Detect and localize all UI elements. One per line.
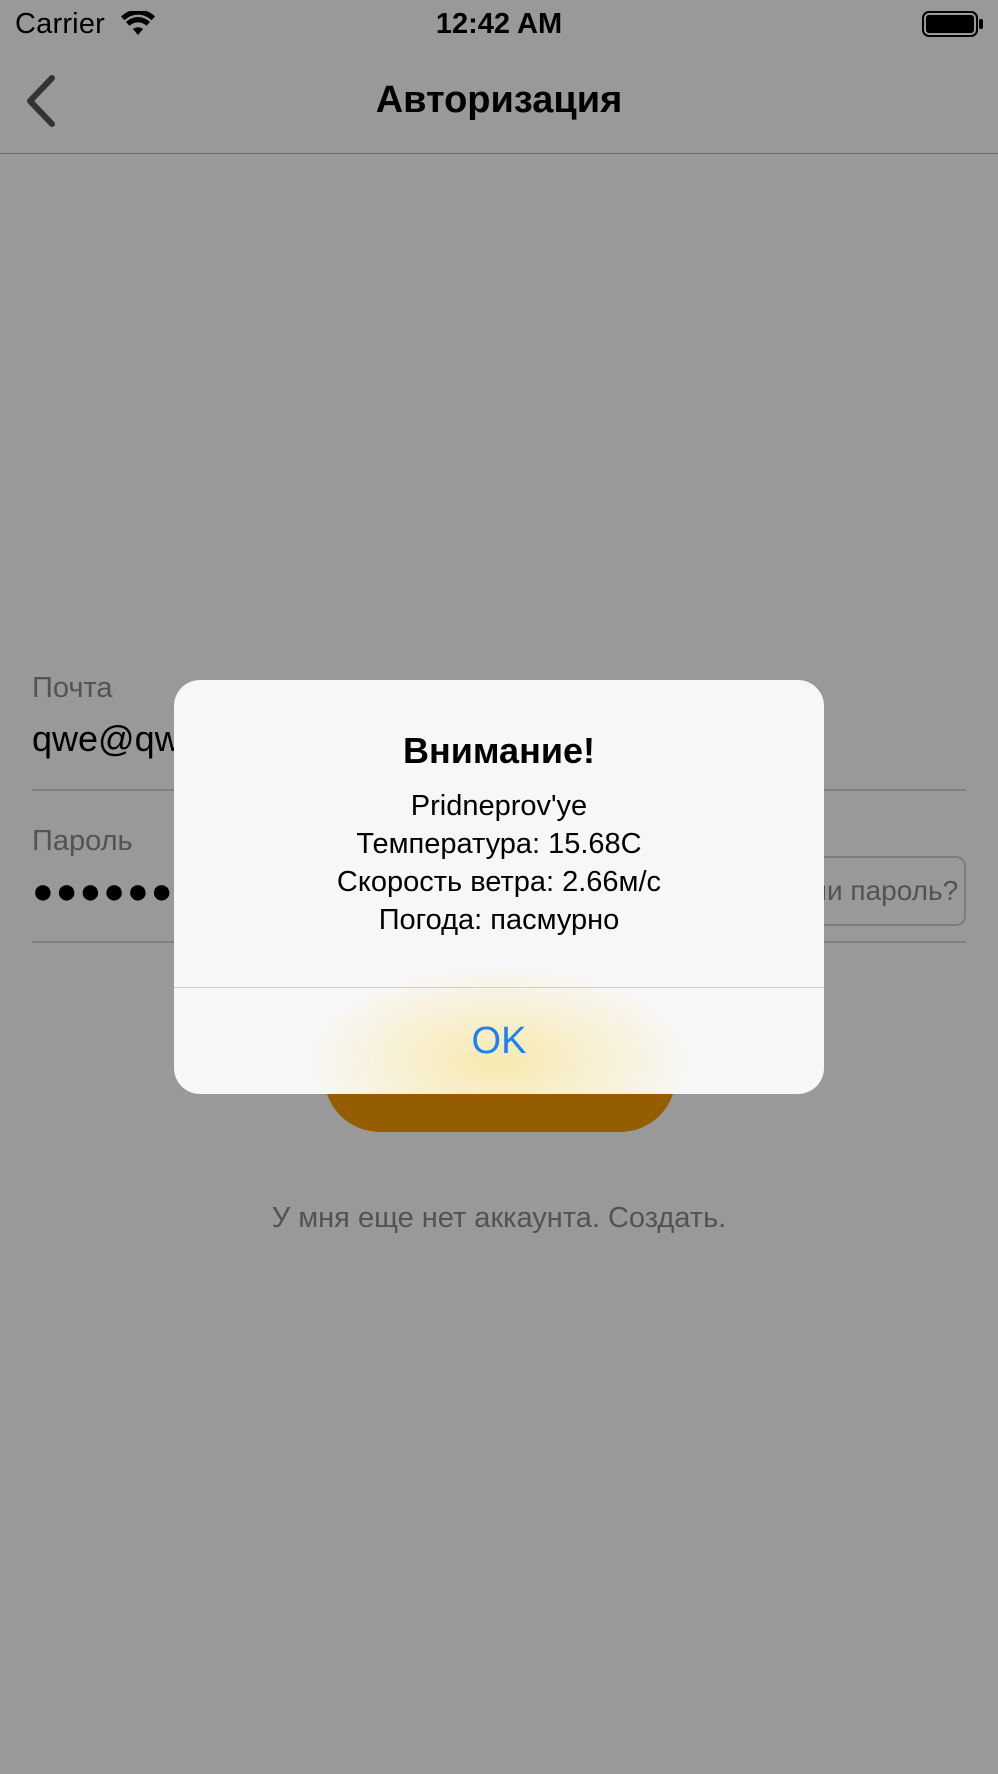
alert-location: Pridneprov'ye — [410, 790, 588, 822]
alert-weather: Погода: пасмурно — [378, 904, 620, 936]
weather-alert-dialog: Внимание! Pridneprov'ye Температура: 15.… — [174, 680, 824, 1094]
alert-ok-button[interactable]: OK — [174, 988, 824, 1094]
alert-temperature: Температура: 15.68C — [356, 828, 642, 860]
alert-title: Внимание! — [403, 730, 595, 771]
alert-wind-speed: Скорость ветра: 2.66м/с — [336, 866, 662, 898]
